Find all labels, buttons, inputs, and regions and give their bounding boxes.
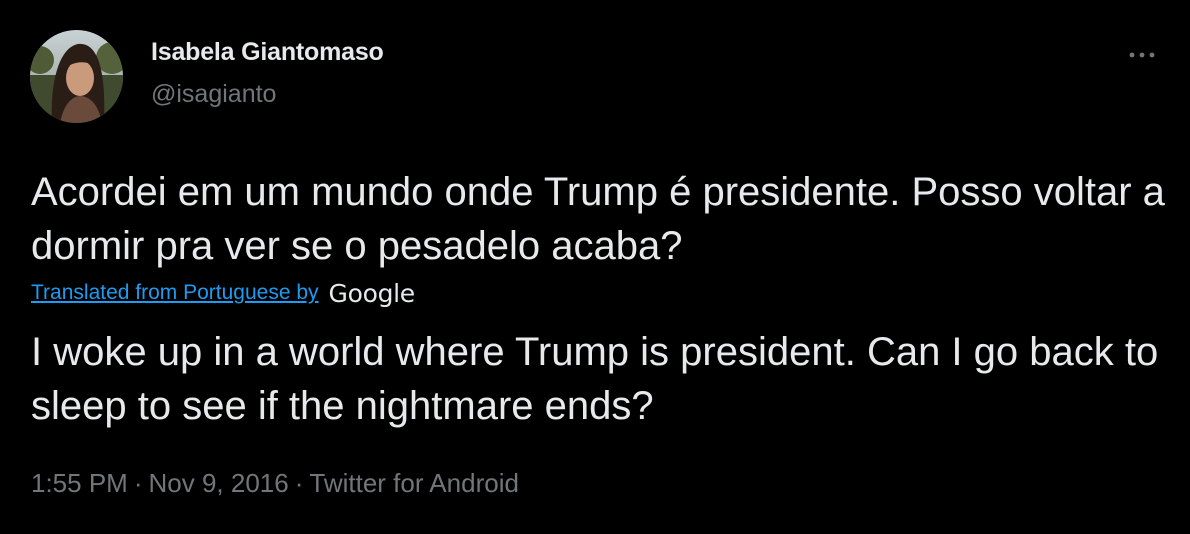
translation-attribution: Translated from Portuguese by Google <box>31 276 415 310</box>
tweet-date[interactable]: Nov 9, 2016 <box>149 468 289 498</box>
more-options-icon[interactable] <box>1122 38 1162 68</box>
tweet-translated-text: I woke up in a world where Trump is pres… <box>31 330 1159 428</box>
avatar-photo <box>30 30 123 123</box>
tweet-metadata: 1:55 PM · Nov 9, 2016 · Twitter for Android <box>31 468 519 499</box>
google-logo: Google <box>328 278 416 308</box>
author-name[interactable]: Isabela Giantomaso <box>151 38 384 67</box>
tweet-source[interactable]: Twitter for Android <box>309 468 519 498</box>
translated-from-link[interactable]: Translated from Portuguese by <box>31 281 319 305</box>
meta-separator: · <box>133 468 143 498</box>
tweet-time[interactable]: 1:55 PM <box>31 468 128 498</box>
tweet-original-text: Acordei em um mundo onde Trump é preside… <box>31 170 1165 268</box>
author-handle[interactable]: @isagianto <box>151 80 276 109</box>
avatar[interactable] <box>30 30 123 123</box>
tweet-card: Isabela Giantomaso @isagianto Acordei em… <box>0 0 1190 534</box>
meta-separator: · <box>294 468 304 498</box>
